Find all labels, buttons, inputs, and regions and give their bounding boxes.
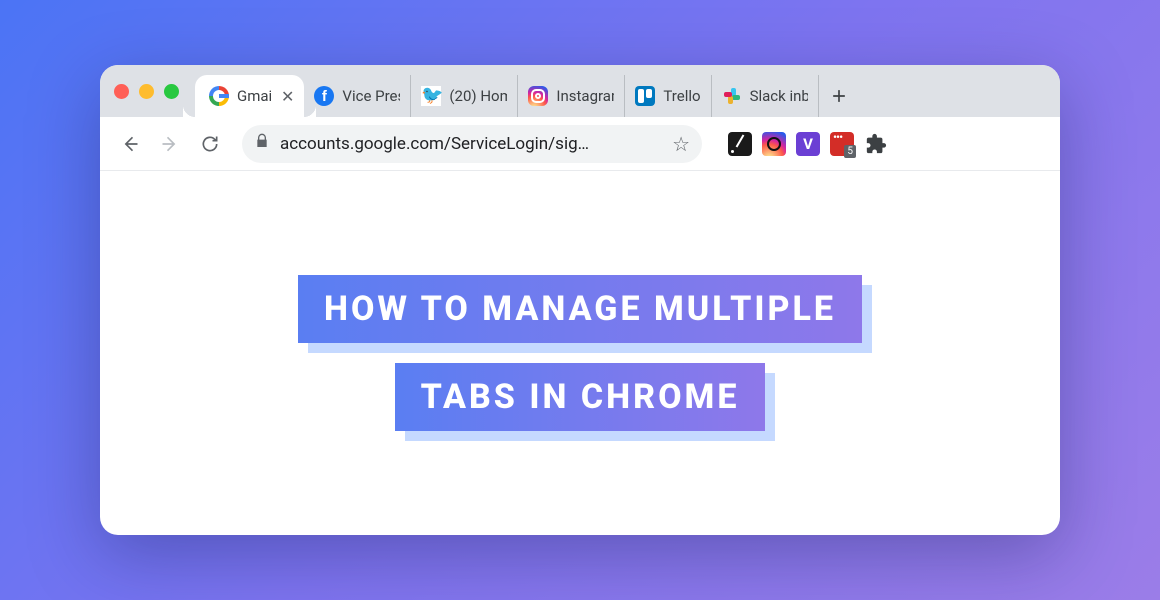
- tab-label: Trello: [663, 87, 700, 105]
- close-window-button[interactable]: [114, 84, 129, 99]
- tab-instagram[interactable]: Instagram: [518, 75, 625, 117]
- tab-slack[interactable]: Slack inbox: [712, 75, 819, 117]
- trello-icon: [635, 86, 655, 106]
- tab-label: Slack inbox: [750, 87, 808, 105]
- browser-window: Gmail ✕ f Vice President 🐦 (20) Home Ins…: [100, 65, 1060, 535]
- extension-v[interactable]: V: [796, 132, 820, 156]
- extension-color-picker[interactable]: [728, 132, 752, 156]
- url-text: accounts.google.com/ServiceLogin/sig…: [280, 134, 662, 154]
- tab-label: Vice President: [342, 87, 400, 105]
- headline-line-1: How to manage multiple: [298, 275, 862, 343]
- maximize-window-button[interactable]: [164, 84, 179, 99]
- arrow-left-icon: [120, 134, 140, 154]
- bookmark-star-icon[interactable]: ☆: [672, 132, 690, 156]
- slack-icon: [722, 86, 742, 106]
- reload-button[interactable]: [194, 128, 226, 160]
- page-content: How to manage multiple tabs in Chrome: [100, 171, 1060, 535]
- new-tab-button[interactable]: [819, 75, 859, 117]
- headline-text: tabs in Chrome: [395, 363, 766, 431]
- extension-badge: 5: [844, 145, 856, 158]
- forward-button[interactable]: [154, 128, 186, 160]
- headline-text: How to manage multiple: [298, 275, 862, 343]
- extension-lastpass[interactable]: 5: [830, 132, 854, 156]
- tab-trello[interactable]: Trello: [625, 75, 711, 117]
- tab-label: Gmail: [237, 87, 271, 105]
- headline-line-2: tabs in Chrome: [395, 363, 766, 431]
- lock-icon: [254, 133, 270, 154]
- close-tab-icon[interactable]: ✕: [281, 87, 294, 106]
- arrow-right-icon: [160, 134, 180, 154]
- extensions-menu-button[interactable]: [864, 132, 888, 156]
- address-bar[interactable]: accounts.google.com/ServiceLogin/sig… ☆: [242, 125, 702, 163]
- google-icon: [209, 86, 229, 106]
- tab-strip: Gmail ✕ f Vice President 🐦 (20) Home Ins…: [100, 65, 1060, 117]
- extensions-area: V 5: [728, 132, 888, 156]
- tab-gmail[interactable]: Gmail ✕: [195, 75, 304, 117]
- tab-twitter[interactable]: 🐦 (20) Home: [411, 75, 518, 117]
- minimize-window-button[interactable]: [139, 84, 154, 99]
- tab-facebook[interactable]: f Vice President: [304, 75, 411, 117]
- extension-instagram[interactable]: [762, 132, 786, 156]
- back-button[interactable]: [114, 128, 146, 160]
- tab-label: (20) Home: [449, 87, 507, 105]
- toolbar: accounts.google.com/ServiceLogin/sig… ☆ …: [100, 117, 1060, 171]
- tab-label: Instagram: [556, 87, 614, 105]
- facebook-icon: f: [314, 86, 334, 106]
- puzzle-icon: [865, 133, 887, 155]
- reload-icon: [200, 134, 220, 154]
- instagram-icon: [528, 86, 548, 106]
- twitter-icon: 🐦: [421, 86, 441, 106]
- plus-icon: [829, 86, 849, 106]
